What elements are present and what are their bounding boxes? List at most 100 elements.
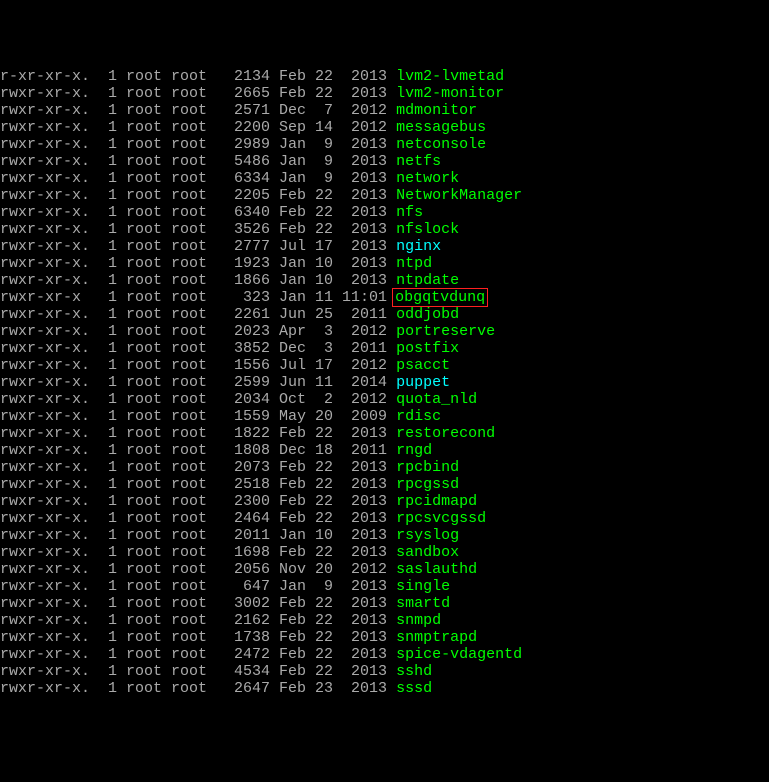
file-name: NetworkManager (396, 187, 522, 204)
file-meta: rwxr-xr-x. 1 root root 2300 Feb 22 2013 (0, 493, 396, 510)
ls-row: rwxr-xr-x. 1 root root 2464 Feb 22 2013 … (0, 510, 769, 527)
ls-row: rwxr-xr-x. 1 root root 2777 Jul 17 2013 … (0, 238, 769, 255)
ls-row: rwxr-xr-x. 1 root root 2162 Feb 22 2013 … (0, 612, 769, 629)
file-name: oddjobd (396, 306, 459, 323)
ls-row: rwxr-xr-x. 1 root root 2665 Feb 22 2013 … (0, 85, 769, 102)
file-meta: rwxr-xr-x. 1 root root 2647 Feb 23 2013 (0, 680, 396, 697)
ls-row: rwxr-xr-x. 1 root root 2205 Feb 22 2013 … (0, 187, 769, 204)
file-name: sssd (396, 680, 432, 697)
ls-row: rwxr-xr-x. 1 root root 1559 May 20 2009 … (0, 408, 769, 425)
file-name: network (396, 170, 459, 187)
ls-row: rwxr-xr-x. 1 root root 2300 Feb 22 2013 … (0, 493, 769, 510)
file-name: rpcbind (396, 459, 459, 476)
ls-row: rwxr-xr-x. 1 root root 1822 Feb 22 2013 … (0, 425, 769, 442)
ls-row: rwxr-xr-x. 1 root root 2571 Dec 7 2012 m… (0, 102, 769, 119)
file-name: netconsole (396, 136, 486, 153)
file-name: rdisc (396, 408, 441, 425)
file-meta: rwxr-xr-x. 1 root root 2989 Jan 9 2013 (0, 136, 396, 153)
ls-row: rwxr-xr-x. 1 root root 2647 Feb 23 2013 … (0, 680, 769, 697)
file-name: sshd (396, 663, 432, 680)
ls-row: rwxr-xr-x. 1 root root 1698 Feb 22 2013 … (0, 544, 769, 561)
file-meta: rwxr-xr-x. 1 root root 1866 Jan 10 2013 (0, 272, 396, 289)
file-meta: rwxr-xr-x 1 root root 323 Jan 11 11:01 (0, 289, 396, 306)
file-name: netfs (396, 153, 441, 170)
file-meta: rwxr-xr-x. 1 root root 2665 Feb 22 2013 (0, 85, 396, 102)
file-name: nfs (396, 204, 423, 221)
file-meta: r-xr-xr-x. 1 root root 2134 Feb 22 2013 (0, 68, 396, 85)
file-meta: rwxr-xr-x. 1 root root 1808 Dec 18 2011 (0, 442, 396, 459)
file-meta: rwxr-xr-x. 1 root root 6334 Jan 9 2013 (0, 170, 396, 187)
file-name: ntpdate (396, 272, 459, 289)
file-name: restorecond (396, 425, 495, 442)
ls-row: rwxr-xr-x. 1 root root 2034 Oct 2 2012 q… (0, 391, 769, 408)
file-meta: rwxr-xr-x. 1 root root 2777 Jul 17 2013 (0, 238, 396, 255)
ls-row: rwxr-xr-x. 1 root root 1556 Jul 17 2012 … (0, 357, 769, 374)
file-name: snmptrapd (396, 629, 477, 646)
ls-row: rwxr-xr-x. 1 root root 1808 Dec 18 2011 … (0, 442, 769, 459)
ls-row: rwxr-xr-x. 1 root root 2200 Sep 14 2012 … (0, 119, 769, 136)
ls-row: r-xr-xr-x. 1 root root 2134 Feb 22 2013 … (0, 68, 769, 85)
file-meta: rwxr-xr-x. 1 root root 2011 Jan 10 2013 (0, 527, 396, 544)
ls-row: rwxr-xr-x 1 root root 323 Jan 11 11:01 o… (0, 289, 769, 306)
ls-row: rwxr-xr-x. 1 root root 1866 Jan 10 2013 … (0, 272, 769, 289)
file-meta: rwxr-xr-x. 1 root root 2200 Sep 14 2012 (0, 119, 396, 136)
file-name: saslauthd (396, 561, 477, 578)
file-meta: rwxr-xr-x. 1 root root 2571 Dec 7 2012 (0, 102, 396, 119)
file-meta: rwxr-xr-x. 1 root root 2056 Nov 20 2012 (0, 561, 396, 578)
file-meta: rwxr-xr-x. 1 root root 1822 Feb 22 2013 (0, 425, 396, 442)
ls-row: rwxr-xr-x. 1 root root 2472 Feb 22 2013 … (0, 646, 769, 663)
file-meta: rwxr-xr-x. 1 root root 2261 Jun 25 2011 (0, 306, 396, 323)
ls-row: rwxr-xr-x. 1 root root 6340 Feb 22 2013 … (0, 204, 769, 221)
file-name: mdmonitor (396, 102, 477, 119)
file-meta: rwxr-xr-x. 1 root root 2162 Feb 22 2013 (0, 612, 396, 629)
file-name: psacct (396, 357, 450, 374)
ls-row: rwxr-xr-x. 1 root root 2023 Apr 3 2012 p… (0, 323, 769, 340)
file-meta: rwxr-xr-x. 1 root root 2599 Jun 11 2014 (0, 374, 396, 391)
ls-row: rwxr-xr-x. 1 root root 3002 Feb 22 2013 … (0, 595, 769, 612)
file-meta: rwxr-xr-x. 1 root root 4534 Feb 22 2013 (0, 663, 396, 680)
ls-row: rwxr-xr-x. 1 root root 1923 Jan 10 2013 … (0, 255, 769, 272)
ls-row: rwxr-xr-x. 1 root root 2518 Feb 22 2013 … (0, 476, 769, 493)
file-name: rsyslog (396, 527, 459, 544)
ls-row: rwxr-xr-x. 1 root root 2056 Nov 20 2012 … (0, 561, 769, 578)
ls-row: rwxr-xr-x. 1 root root 1738 Feb 22 2013 … (0, 629, 769, 646)
file-name: quota_nld (396, 391, 477, 408)
file-meta: rwxr-xr-x. 1 root root 3002 Feb 22 2013 (0, 595, 396, 612)
ls-row: rwxr-xr-x. 1 root root 3526 Feb 22 2013 … (0, 221, 769, 238)
file-meta: rwxr-xr-x. 1 root root 2464 Feb 22 2013 (0, 510, 396, 527)
ls-row: rwxr-xr-x. 1 root root 647 Jan 9 2013 si… (0, 578, 769, 595)
file-meta: rwxr-xr-x. 1 root root 2472 Feb 22 2013 (0, 646, 396, 663)
file-name: puppet (396, 374, 450, 391)
file-name: single (396, 578, 450, 595)
file-meta: rwxr-xr-x. 1 root root 1923 Jan 10 2013 (0, 255, 396, 272)
file-name: rpcgssd (396, 476, 459, 493)
file-name: lvm2-monitor (396, 85, 504, 102)
file-meta: rwxr-xr-x. 1 root root 6340 Feb 22 2013 (0, 204, 396, 221)
file-meta: rwxr-xr-x. 1 root root 647 Jan 9 2013 (0, 578, 396, 595)
file-name: ntpd (396, 255, 432, 272)
file-name: rpcsvcgssd (396, 510, 486, 527)
file-name: spice-vdagentd (396, 646, 522, 663)
file-meta: rwxr-xr-x. 1 root root 1556 Jul 17 2012 (0, 357, 396, 374)
file-meta: rwxr-xr-x. 1 root root 2034 Oct 2 2012 (0, 391, 396, 408)
ls-row: rwxr-xr-x. 1 root root 2599 Jun 11 2014 … (0, 374, 769, 391)
file-meta: rwxr-xr-x. 1 root root 3852 Dec 3 2011 (0, 340, 396, 357)
file-meta: rwxr-xr-x. 1 root root 2518 Feb 22 2013 (0, 476, 396, 493)
file-meta: rwxr-xr-x. 1 root root 2073 Feb 22 2013 (0, 459, 396, 476)
file-meta: rwxr-xr-x. 1 root root 1698 Feb 22 2013 (0, 544, 396, 561)
file-meta: rwxr-xr-x. 1 root root 2023 Apr 3 2012 (0, 323, 396, 340)
ls-row: rwxr-xr-x. 1 root root 2989 Jan 9 2013 n… (0, 136, 769, 153)
ls-row: rwxr-xr-x. 1 root root 6334 Jan 9 2013 n… (0, 170, 769, 187)
file-name: nginx (396, 238, 441, 255)
file-name: nfslock (396, 221, 459, 238)
file-name: rpcidmapd (396, 493, 477, 510)
file-meta: rwxr-xr-x. 1 root root 1559 May 20 2009 (0, 408, 396, 425)
terminal-output: r-xr-xr-x. 1 root root 2134 Feb 22 2013 … (0, 68, 769, 697)
ls-row: rwxr-xr-x. 1 root root 3852 Dec 3 2011 p… (0, 340, 769, 357)
file-meta: rwxr-xr-x. 1 root root 2205 Feb 22 2013 (0, 187, 396, 204)
file-meta: rwxr-xr-x. 1 root root 5486 Jan 9 2013 (0, 153, 396, 170)
file-name: smartd (396, 595, 450, 612)
file-name: lvm2-lvmetad (396, 68, 504, 85)
file-meta: rwxr-xr-x. 1 root root 3526 Feb 22 2013 (0, 221, 396, 238)
file-name: obgqtvdunq (392, 288, 488, 307)
